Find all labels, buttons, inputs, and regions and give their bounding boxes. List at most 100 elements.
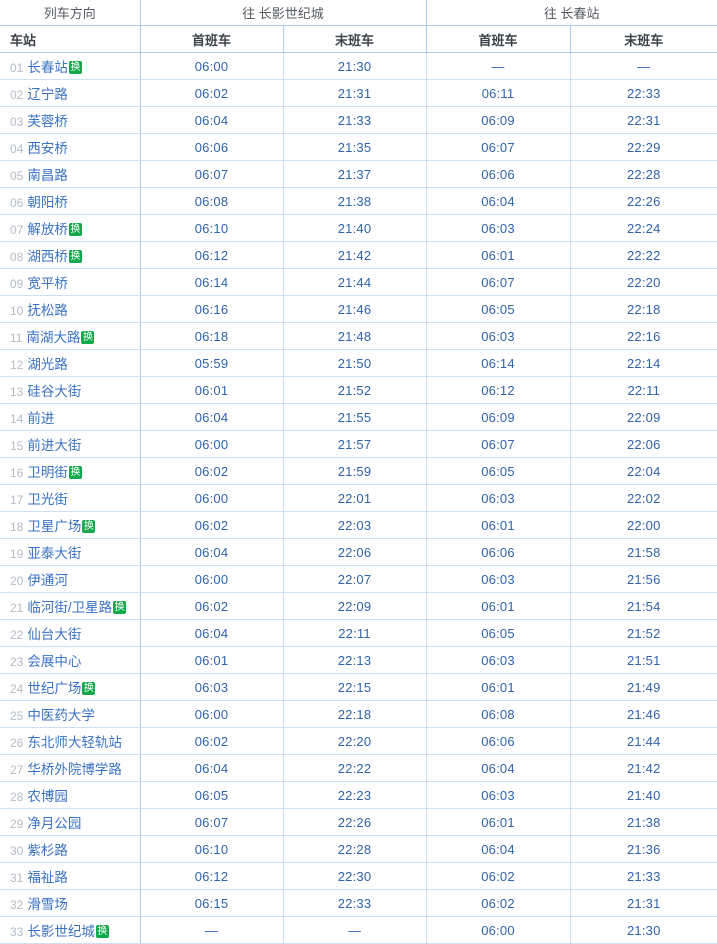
station-cell: 17 卫光街 <box>0 484 141 512</box>
station-name-link[interactable]: 世纪广场 <box>27 677 81 697</box>
last-train-to-changchun-station: 21:40 <box>570 781 717 809</box>
first-train-to-changying: 06:12 <box>140 241 284 269</box>
station-name-link[interactable]: 宽平桥 <box>27 272 68 292</box>
last-train-to-changchun-station: 22:00 <box>570 511 717 539</box>
station-name-link[interactable]: 前进 <box>27 407 54 427</box>
last-train-to-changying: 22:15 <box>283 673 427 701</box>
station-name-link[interactable]: 朝阳桥 <box>27 191 68 211</box>
last-train-to-changying: 22:28 <box>283 835 427 863</box>
station-name-link[interactable]: 紫杉路 <box>27 839 68 859</box>
station-name-link[interactable]: 滑雪场 <box>27 893 68 913</box>
station-name-link[interactable]: 辽宁路 <box>27 83 68 103</box>
table-row: 08 湖西桥换 06:12 21:42 06:01 22:22 <box>0 241 717 269</box>
station-name-link[interactable]: 卫星广场 <box>27 515 81 535</box>
station-cell: 23 会展中心 <box>0 646 141 674</box>
station-cell: 03 芙蓉桥 <box>0 106 141 134</box>
station-cell: 29 净月公园 <box>0 808 141 836</box>
first-train-to-changying: 06:04 <box>140 403 284 431</box>
station-name-link[interactable]: 福祉路 <box>27 866 68 886</box>
last-train-to-changying: 21:57 <box>283 430 427 458</box>
station-name-link[interactable]: 西安桥 <box>27 137 68 157</box>
table-row: 04 西安桥 06:06 21:35 06:07 22:29 <box>0 133 717 161</box>
last-train-to-changying: 22:11 <box>283 619 427 647</box>
station-name-link[interactable]: 净月公园 <box>27 812 81 832</box>
station-number: 13 <box>10 385 24 399</box>
station-name-link[interactable]: 硅谷大街 <box>27 380 81 400</box>
last-train-to-changying: 22:30 <box>283 862 427 890</box>
first-train-to-changying: 06:03 <box>140 673 284 701</box>
table-row: 33 长影世纪城换 — —06:00 21:30 <box>0 916 717 944</box>
station-name-link[interactable]: 芙蓉桥 <box>27 110 68 130</box>
last-train-to-changying: 21:44 <box>283 268 427 296</box>
table-row: 31 福祉路 06:12 22:30 06:02 21:33 <box>0 862 717 890</box>
station-name-link[interactable]: 前进大街 <box>27 434 81 454</box>
station-name-link[interactable]: 南昌路 <box>27 164 68 184</box>
last-train-to-changchun-station: 22:16 <box>570 322 717 350</box>
station-cell: 01 长春站换 <box>0 52 141 80</box>
last-train-to-changying: 21:31 <box>283 79 427 107</box>
first-train-to-changchun-station: 06:03 <box>426 781 571 809</box>
column-header-last-train-b: 末班车 <box>570 25 717 53</box>
first-train-to-changchun-station: 06:03 <box>426 214 571 242</box>
first-train-to-changying: 06:04 <box>140 754 284 782</box>
train-timetable: 列车方向 往 长影世纪城 往 长春站 车站 首班车 末班车 首班车 末班车 01… <box>0 0 717 944</box>
station-name-link[interactable]: 伊通河 <box>27 569 68 589</box>
station-name-link[interactable]: 东北师大轻轨站 <box>27 731 122 751</box>
first-train-to-changying: 06:01 <box>140 376 284 404</box>
station-name-link[interactable]: 抚松路 <box>27 299 68 319</box>
station-name-link[interactable]: 解放桥 <box>27 218 68 238</box>
station-name-link[interactable]: 卫光街 <box>27 488 68 508</box>
table-row: 23 会展中心 06:01 22:13 06:03 21:51 <box>0 646 717 674</box>
station-cell: 27 华桥外院博学路 <box>0 754 141 782</box>
last-train-to-changchun-station: 21:52 <box>570 619 717 647</box>
station-name-link[interactable]: 仙台大街 <box>27 623 81 643</box>
last-train-to-changying: — <box>283 916 427 944</box>
transfer-badge-icon: 换 <box>82 520 96 534</box>
first-train-to-changying: 06:02 <box>140 457 284 485</box>
last-train-to-changchun-station: 21:58 <box>570 538 717 566</box>
last-train-to-changying: 21:35 <box>283 133 427 161</box>
station-name-link[interactable]: 中医药大学 <box>27 704 95 724</box>
transfer-badge-icon: 换 <box>95 925 109 939</box>
transfer-badge-icon: 换 <box>68 466 82 480</box>
first-train-to-changying: 06:04 <box>140 538 284 566</box>
station-name-link[interactable]: 卫明街 <box>27 461 68 481</box>
station-number: 17 <box>10 493 24 507</box>
station-name-link[interactable]: 长影世纪城 <box>27 920 95 940</box>
station-cell: 16 卫明街换 <box>0 457 141 485</box>
table-row: 12 湖光路 05:59 21:50 06:14 22:14 <box>0 349 717 377</box>
last-train-to-changchun-station: 21:42 <box>570 754 717 782</box>
station-number: 08 <box>10 250 24 264</box>
first-train-to-changchun-station: 06:00 <box>426 916 571 944</box>
direction-label: 列车方向 <box>0 0 141 26</box>
station-name-link[interactable]: 临河街/卫星路 <box>27 596 112 616</box>
station-cell: 04 西安桥 <box>0 133 141 161</box>
last-train-to-changchun-station: 22:31 <box>570 106 717 134</box>
first-train-to-changchun-station: 06:03 <box>426 322 571 350</box>
column-header-station: 车站 <box>0 25 141 53</box>
table-row: 25 中医药大学 06:00 22:18 06:08 21:46 <box>0 700 717 728</box>
first-train-to-changying: 06:12 <box>140 862 284 890</box>
station-name-link[interactable]: 长春站 <box>27 56 68 76</box>
station-name-link[interactable]: 南湖大路 <box>26 326 80 346</box>
last-train-to-changchun-station: 22:20 <box>570 268 717 296</box>
first-train-to-changying: 06:00 <box>140 565 284 593</box>
last-train-to-changchun-station: 22:26 <box>570 187 717 215</box>
station-name-link[interactable]: 农博园 <box>27 785 68 805</box>
transfer-badge-icon: 换 <box>81 331 95 345</box>
table-row: 14 前进 06:04 21:55 06:09 22:09 <box>0 403 717 431</box>
last-train-to-changchun-station: 22:11 <box>570 376 717 404</box>
first-train-to-changying: 06:16 <box>140 295 284 323</box>
first-train-to-changchun-station: 06:04 <box>426 754 571 782</box>
table-row: 07 解放桥换 06:10 21:40 06:03 22:24 <box>0 214 717 242</box>
table-row: 02 辽宁路 06:02 21:31 06:11 22:33 <box>0 79 717 107</box>
station-name-link[interactable]: 华桥外院博学路 <box>27 758 122 778</box>
station-name-link[interactable]: 湖西桥 <box>27 245 68 265</box>
station-cell: 07 解放桥换 <box>0 214 141 242</box>
station-name-link[interactable]: 湖光路 <box>27 353 68 373</box>
last-train-to-changchun-station: 22:14 <box>570 349 717 377</box>
station-name-link[interactable]: 亚泰大街 <box>27 542 81 562</box>
first-train-to-changying: 06:04 <box>140 106 284 134</box>
first-train-to-changchun-station: 06:01 <box>426 241 571 269</box>
station-name-link[interactable]: 会展中心 <box>27 650 81 670</box>
